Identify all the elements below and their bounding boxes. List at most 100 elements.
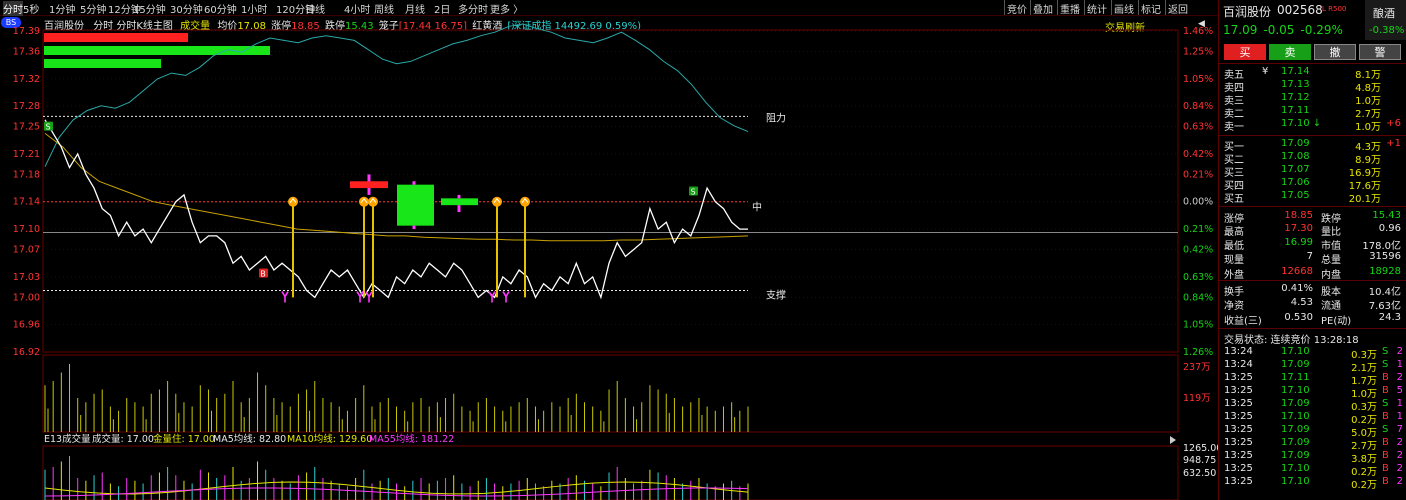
ask-row: 卖三 17.12 1.0万 <box>1219 92 1406 107</box>
tick-count: 2 <box>1396 450 1403 461</box>
stat-value: 10.4亿 <box>1368 287 1401 298</box>
lower-axis-label: 948.75 <box>1183 455 1216 466</box>
tick-price: 17.10 <box>1281 411 1310 422</box>
stat-value: 16.99 <box>1284 237 1313 248</box>
trade-tag-text: S <box>690 188 695 197</box>
volume-axis-label: 237万 <box>1183 362 1211 373</box>
tick-price: 17.09 <box>1281 359 1310 370</box>
tick-row: 13:25 17.09 5.0万 S 7 <box>1219 424 1406 439</box>
stat-row: 涨停 18.85 跌停 15.43 <box>1219 210 1406 225</box>
bid-price: 17.09 <box>1281 138 1310 149</box>
stat-label: 内盘 <box>1321 270 1341 281</box>
tick-row: 13:24 17.09 2.1万 S 1 <box>1219 359 1406 374</box>
stat-value: 24.3 <box>1378 312 1401 323</box>
volume-panel-frame <box>42 354 1179 433</box>
candle-body <box>397 184 434 226</box>
tick-row: 13:25 17.10 0.2万 B 1 <box>1219 411 1406 426</box>
index-line <box>44 23 749 167</box>
stat-label: 总量 <box>1321 255 1341 266</box>
trade-tag-text: S <box>45 123 50 132</box>
tick-side: B <box>1382 385 1389 396</box>
candle-body <box>350 181 388 189</box>
tick-count: 1 <box>1396 359 1403 370</box>
price-axis-label: 17.25 <box>13 122 40 133</box>
tick-side: B <box>1382 450 1389 461</box>
ask-price: 17.13 <box>1281 79 1310 90</box>
pct-axis-label: 0.42% <box>1183 245 1213 256</box>
tick-price: 17.09 <box>1281 450 1310 461</box>
trade-status-row: 交易状态: 连续竞价 13:28:18 <box>1219 331 1406 346</box>
buy-button[interactable]: 买 <box>1224 44 1266 60</box>
ask-volume: 1.0万 <box>1355 122 1381 133</box>
price-axis-label: 17.07 <box>13 245 40 256</box>
price-axis-label: 16.96 <box>13 320 40 331</box>
bid-row: 买四 17.06 17.6万 <box>1219 177 1406 192</box>
ask-price: 17.14 <box>1281 66 1310 77</box>
bid-price: 17.06 <box>1281 177 1310 188</box>
ask-row: 卖四 17.13 4.8万 <box>1219 79 1406 94</box>
indicator-header-title: E13成交量 <box>44 433 91 445</box>
tick-side: B <box>1382 476 1389 487</box>
sector-name: 酿酒 <box>1373 7 1395 20</box>
bid-price: 17.08 <box>1281 151 1310 162</box>
divider <box>1219 280 1406 281</box>
stat-value: 31596 <box>1369 251 1401 262</box>
tick-side: B <box>1382 372 1389 383</box>
pct-axis-label: 0.84% <box>1183 101 1213 112</box>
intraday-chart[interactable]: 17.39 1.46% 17.36 1.25% 17.32 1.05% 17.28 0.84%… <box>0 0 1218 500</box>
stat-label: 外盘 <box>1224 270 1244 281</box>
tick-row: 13:25 17.09 3.8万 B 2 <box>1219 450 1406 465</box>
alert-button[interactable]: 警 <box>1359 44 1401 60</box>
tick-time: 13:24 <box>1224 346 1253 357</box>
quote-change: -0.05 <box>1263 23 1295 37</box>
stat-value: 178.0亿 <box>1362 241 1401 252</box>
tick-row: 13:25 17.10 0.2万 B 2 <box>1219 463 1406 478</box>
ask-delta: +6 <box>1386 118 1401 129</box>
tick-side: S <box>1382 398 1389 409</box>
tick-side: S <box>1382 346 1389 357</box>
ask-row: 卖一 17.10 ↓ 1.0万 +6 <box>1219 118 1406 133</box>
stat-value: 18928 <box>1369 266 1401 277</box>
tick-price: 17.09 <box>1281 424 1310 435</box>
sell-button[interactable]: 卖 <box>1269 44 1311 60</box>
volume-axis-label: 119万 <box>1183 393 1211 404</box>
pct-axis-label: 1.05% <box>1183 320 1213 331</box>
tick-count: 1 <box>1396 398 1403 409</box>
price-axis-label: 17.28 <box>13 101 40 112</box>
tick-count: 2 <box>1396 463 1403 474</box>
ask-price: 17.11 <box>1281 105 1310 116</box>
pct-axis-label: 1.25% <box>1183 46 1213 57</box>
price-axis-label: 17.39 <box>13 26 40 37</box>
tick-count: 2 <box>1396 476 1403 487</box>
pct-axis-label: 0.21% <box>1183 169 1213 180</box>
bid-row: 买五 17.05 20.1万 <box>1219 190 1406 205</box>
tick-row: 13:25 17.09 2.7万 B 2 <box>1219 437 1406 452</box>
stat-label: 市值 <box>1321 241 1341 252</box>
tick-price: 17.09 <box>1281 437 1310 448</box>
cancel-button[interactable]: 撤 <box>1314 44 1356 60</box>
tick-count: 1 <box>1396 411 1403 422</box>
tick-time: 13:25 <box>1224 424 1253 435</box>
lower-axis-label: 632.50 <box>1183 468 1216 479</box>
stat-label: 换手 <box>1224 287 1244 298</box>
sector-box[interactable]: 酿酒 -0.38% <box>1365 0 1406 40</box>
currency-icon: ¥ <box>1262 66 1269 77</box>
quote-price: 17.09 <box>1223 23 1258 37</box>
candle-body <box>441 198 478 206</box>
price-axis-label: 17.10 <box>13 224 40 235</box>
tick-time: 13:25 <box>1224 476 1253 487</box>
stat-label: 量比 <box>1321 227 1341 238</box>
bid-row: 买二 17.08 8.9万 <box>1219 151 1406 166</box>
price-axis-label: 17.03 <box>13 272 40 283</box>
expand-icon[interactable] <box>1170 436 1176 444</box>
pct-axis-label: 1.05% <box>1183 74 1213 85</box>
pct-axis-label: 0.00% <box>1183 197 1213 208</box>
stock-name: 百润股份 <box>1223 5 1272 19</box>
tick-side: S <box>1382 424 1389 435</box>
stat-label: 净资 <box>1224 301 1244 312</box>
tick-price: 17.10 <box>1281 385 1310 396</box>
tick-price: 17.10 <box>1281 463 1310 474</box>
bid-delta: +1 <box>1386 138 1401 149</box>
trade-status: 交易状态: 连续竞价 13:28:18 <box>1224 335 1359 346</box>
stat-row: 最低 16.99 市值 178.0亿 <box>1219 237 1406 252</box>
